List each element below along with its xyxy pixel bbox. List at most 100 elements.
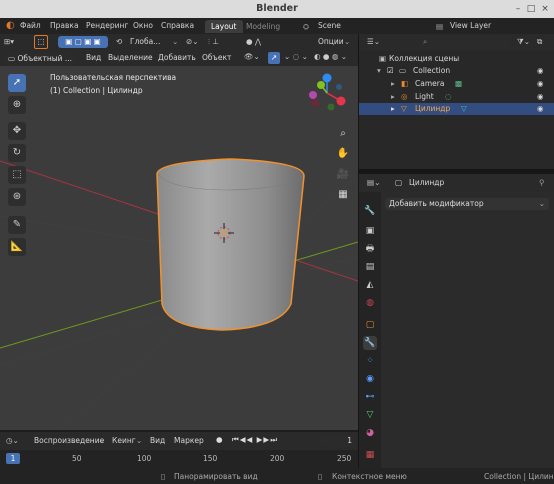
eye-icon[interactable]: ◉ <box>537 91 544 103</box>
select-tool-icon[interactable]: ➚ <box>8 74 26 92</box>
tab-layout[interactable]: Layout <box>205 20 243 33</box>
menu-file[interactable]: Файл <box>16 20 45 32</box>
expand-arrow-icon[interactable]: ▾ <box>377 65 381 77</box>
menu-timeline-view[interactable]: Вид <box>150 436 165 445</box>
menu-render[interactable]: Рендеринг <box>82 20 132 32</box>
chevron-down-icon[interactable]: ⌄ <box>344 36 350 48</box>
tab-modeling[interactable]: Modeling <box>240 20 286 33</box>
physics-tab-icon[interactable]: ◉ <box>363 372 377 386</box>
world-tab-icon[interactable]: ◍ <box>363 296 377 310</box>
eye-icon[interactable]: ◉ <box>537 78 544 90</box>
measure-tool-icon[interactable]: 📐 <box>8 238 26 256</box>
eye-icon[interactable]: ◉ <box>537 103 544 115</box>
data-tab-icon[interactable]: ▽ <box>363 408 377 422</box>
timeline-editor-icon[interactable]: ◷⌄ <box>6 436 19 445</box>
frame-tick-200: 200 <box>270 454 285 463</box>
menu-select[interactable]: Выделение <box>108 53 153 62</box>
menu-window[interactable]: Окно <box>129 20 157 32</box>
ortho-toggle-icon[interactable]: ▦ <box>335 187 351 203</box>
menu-edit[interactable]: Правка <box>46 20 83 32</box>
shading-modes-icon[interactable]: ◐ ● ◍ ⌄ <box>314 52 347 61</box>
expand-arrow-icon[interactable]: ▸ <box>391 103 395 115</box>
pan-hand-icon[interactable]: ✋ <box>335 146 351 162</box>
scene-tab-icon[interactable]: ◭ <box>363 278 377 292</box>
outliner-editor-icon[interactable]: ☰⌄ <box>367 37 380 46</box>
properties-editor-icon[interactable]: ▤⌄ <box>367 178 380 187</box>
tool-tab-icon[interactable]: 🔧 <box>363 204 377 218</box>
view-name: Пользовательская перспектива <box>50 73 177 82</box>
navigation-gizmo <box>309 73 346 111</box>
editor-type-icon[interactable]: ⊞▾ <box>4 37 26 48</box>
timeline-header: ◷⌄ Воспроизведение ⌄ Кеинг ⌄ Вид Маркер … <box>0 432 358 450</box>
chevron-down-icon[interactable]: ⌄ <box>136 436 142 445</box>
scale-tool-icon[interactable]: ⬚ <box>8 166 26 184</box>
transform-orientation-icon[interactable]: ⟲ <box>116 36 122 48</box>
camera-view-icon[interactable]: 🎥 <box>335 167 351 183</box>
snap-icon[interactable]: ⫶ ⊥ <box>208 36 219 48</box>
record-icon[interactable]: ● <box>216 435 223 444</box>
texture-tab-icon[interactable]: ▦ <box>363 448 377 462</box>
maximize-icon[interactable]: □ <box>526 4 536 14</box>
close-icon[interactable]: × <box>540 4 550 14</box>
checkbox-icon[interactable]: ☑ <box>387 65 394 77</box>
outliner-row-camera[interactable]: ▸ ◧ Camera ▩ ◉ <box>359 78 554 90</box>
menu-object[interactable]: Объект <box>202 53 231 62</box>
object-mode-selector[interactable]: ▭ Объектный ... <box>4 52 76 65</box>
outliner-row-collection[interactable]: ▾ ☑ ▭ Collection ◉ <box>359 65 554 77</box>
outliner-row-light[interactable]: ▸ ◎ Light ◌ ◉ <box>359 91 554 103</box>
frame-tick-50: 50 <box>72 454 82 463</box>
status-context-label: Контекстное меню <box>332 472 407 481</box>
transform-tool-icon[interactable]: ⊛ <box>8 188 26 206</box>
options-menu[interactable]: Опции <box>318 36 344 48</box>
overlay-toggle-icon[interactable]: ⌄ ◌ ⌄ <box>284 52 308 61</box>
gizmo-toggle-icon[interactable]: ↗ <box>268 52 280 64</box>
view-layer-icon: ▤ <box>436 22 444 31</box>
visibility-icon[interactable]: 👁⌄ <box>244 52 260 61</box>
menu-view[interactable]: Вид <box>86 53 101 62</box>
menu-playback[interactable]: Воспроизведение <box>34 436 104 445</box>
scene-selector[interactable]: Scene <box>314 20 345 32</box>
annotate-tool-icon[interactable]: ✎ <box>8 216 26 234</box>
filter-icon[interactable]: ⧩⌄ <box>517 37 530 47</box>
particles-tab-icon[interactable]: ⁘ <box>363 354 377 368</box>
current-frame-field[interactable]: 1 <box>320 435 356 447</box>
timeline-panel[interactable]: 1 50 100 150 200 250 <box>0 450 358 468</box>
outliner-row-cylinder[interactable]: ▸ ▽ Цилиндр ▽ ◉ <box>359 103 554 115</box>
output-tab-icon[interactable]: 🖶 <box>363 242 377 256</box>
menu-marker[interactable]: Маркер <box>174 436 204 445</box>
object-tab-icon[interactable]: ▢ <box>363 318 377 332</box>
material-tab-icon[interactable]: ◕ <box>363 426 377 440</box>
select-mode-buttons[interactable]: ▣ ▢ ▣ ▣ <box>58 36 108 48</box>
add-modifier-dropdown[interactable]: Добавить модификатор ⌄ <box>385 198 549 210</box>
render-tab-icon[interactable]: ▣ <box>363 224 377 238</box>
proportional-icon[interactable]: ● ⋀ <box>246 36 261 48</box>
select-box-icon[interactable]: ⬚ <box>34 35 48 49</box>
playback-controls-icon[interactable]: ⏮◀◀ ▶▶⏭ <box>232 435 278 445</box>
cursor-tool-icon[interactable]: ⊕ <box>8 96 26 114</box>
expand-arrow-icon[interactable]: ▸ <box>391 91 395 103</box>
view-layer-selector[interactable]: View Layer <box>446 20 495 32</box>
new-collection-icon[interactable]: ⧉ <box>537 37 542 47</box>
outliner-row-scene-collection[interactable]: ▣ Коллекция сцены <box>359 53 554 65</box>
orientation-selector[interactable]: Глоба... <box>130 36 160 48</box>
modifier-tab-icon[interactable]: 🔧 <box>363 336 377 350</box>
viewport-header-menus: ▭ Объектный ... Вид Выделение Добавить О… <box>0 51 358 66</box>
pin-icon[interactable]: ⚲ <box>539 178 545 187</box>
zoom-icon[interactable]: ⌕ <box>335 126 351 142</box>
expand-arrow-icon[interactable]: ▸ <box>391 78 395 90</box>
camera-label: Camera <box>415 79 445 88</box>
eye-icon[interactable]: ◉ <box>537 65 544 77</box>
menu-keying[interactable]: Кеинг <box>112 436 136 445</box>
pivot-icon[interactable]: ⊘⌄ <box>186 36 199 48</box>
view-layer-tab-icon[interactable]: ▤ <box>363 260 377 274</box>
menu-help[interactable]: Справка <box>157 20 198 32</box>
3d-viewport[interactable]: ➚ ⊕ ✥ ↻ ⬚ ⊛ ✎ 📐 Пользовательская перспек… <box>0 66 358 430</box>
menu-add[interactable]: Добавить <box>158 53 196 62</box>
rotate-tool-icon[interactable]: ↻ <box>8 144 26 162</box>
chevron-down-icon[interactable]: ⌄ <box>98 436 104 445</box>
constraints-tab-icon[interactable]: ⊷ <box>363 390 377 404</box>
chevron-down-icon[interactable]: ⌄ <box>172 36 178 48</box>
move-tool-icon[interactable]: ✥ <box>8 122 26 140</box>
outliner-search-input[interactable]: ⌕ <box>419 36 511 48</box>
minimize-icon[interactable]: – <box>513 4 523 14</box>
